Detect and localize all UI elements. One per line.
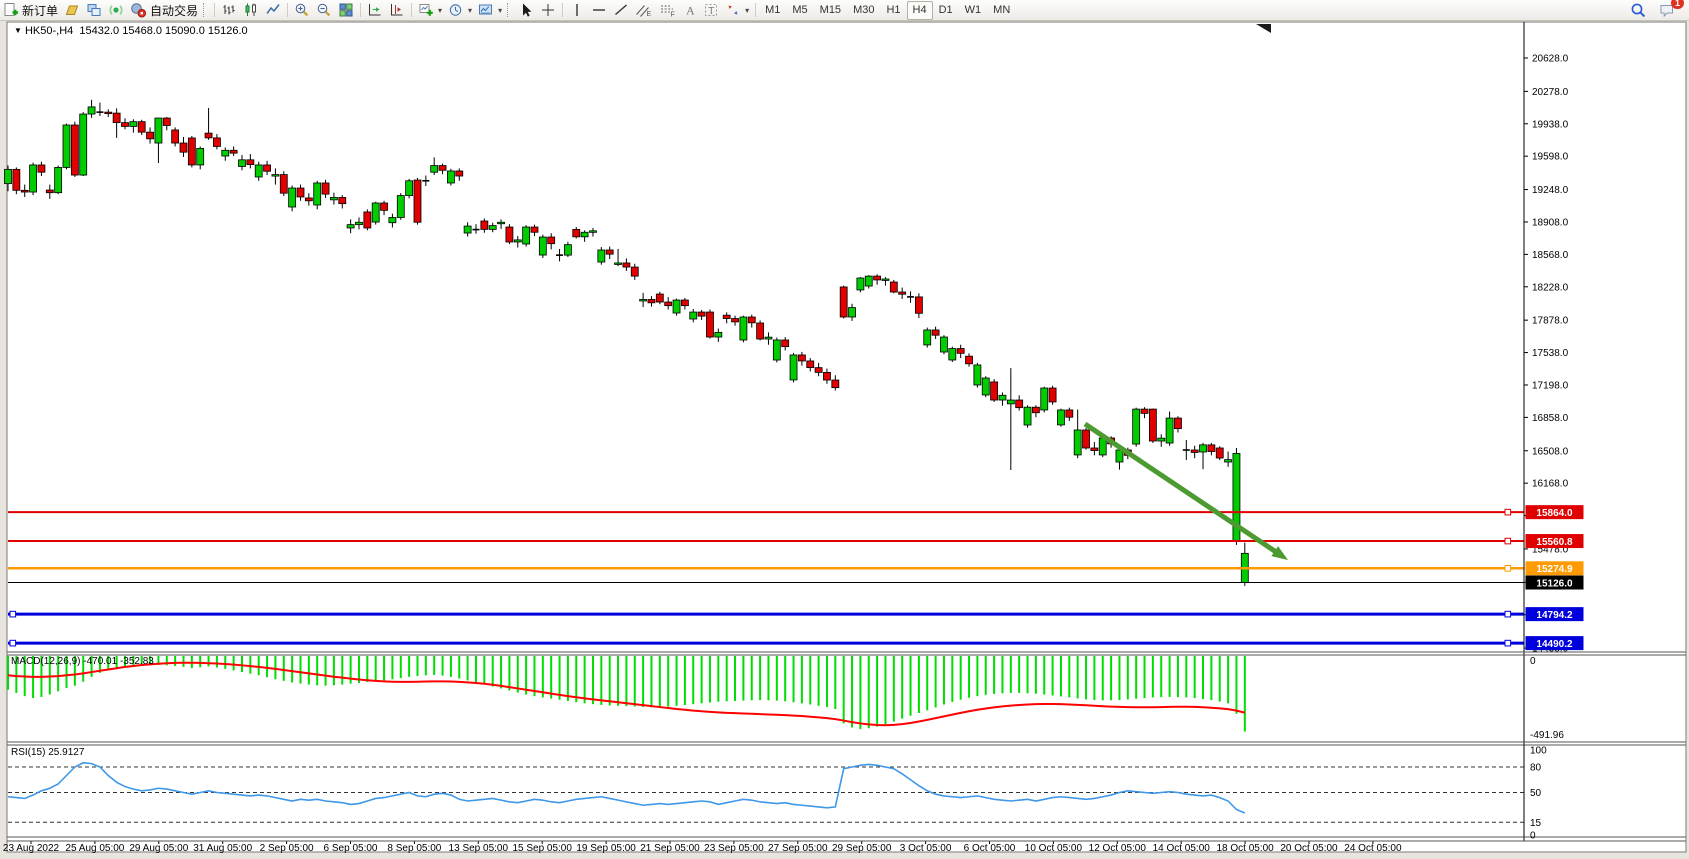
toolbar: 新订单 自动交易 ▾ ▾ ▾ E F A T ▾: [0, 0, 1689, 21]
crosshair-button[interactable]: [537, 1, 559, 20]
chevron-down-icon: ▾: [498, 6, 502, 15]
chart-canvas[interactable]: 23 Aug 202225 Aug 05:0029 Aug 05:0031 Au…: [0, 0, 1689, 859]
text-label-button[interactable]: T: [700, 1, 722, 20]
indicators-button[interactable]: ▾: [415, 1, 445, 20]
timeframe-button-m5[interactable]: M5: [786, 1, 813, 20]
signals-icon: [108, 2, 124, 18]
toolbar-separator: [214, 3, 215, 17]
tile-windows-icon: [338, 2, 354, 18]
horizontal-line-icon: [591, 2, 607, 18]
chevron-down-icon: ▾: [438, 6, 442, 15]
notifications-button[interactable]: 1: [1656, 1, 1679, 20]
toolbar-grip: [507, 3, 513, 17]
tile-windows-button[interactable]: [335, 1, 357, 20]
trendline-button[interactable]: [610, 1, 632, 20]
toolbar-separator: [360, 3, 361, 17]
text-icon: A: [683, 2, 697, 18]
new-order-icon: [3, 2, 19, 18]
periods-button[interactable]: ▾: [445, 1, 475, 20]
label-icon: T: [703, 2, 719, 18]
new-order-label: 新订单: [22, 2, 58, 19]
new-order-button[interactable]: 新订单: [0, 1, 61, 20]
arrows-icon: [725, 2, 741, 18]
chevron-down-icon: ▾: [745, 6, 749, 15]
crosshair-icon: [540, 2, 556, 18]
symbol-dropdown-icon[interactable]: ▼: [14, 26, 22, 35]
text-button[interactable]: A: [680, 1, 700, 20]
cursor-icon: [518, 2, 534, 18]
rsi-indicator-label: RSI(15) 25.9127: [11, 747, 84, 758]
timeframe-button-h1[interactable]: H1: [880, 1, 906, 20]
timeframe-button-m15[interactable]: M15: [814, 1, 847, 20]
auto-scroll-icon: [367, 2, 383, 18]
notification-badge: 1: [1671, 0, 1684, 9]
candlestick-chart-button[interactable]: [240, 1, 262, 20]
svg-text:F: F: [671, 12, 675, 19]
profiles-icon: [64, 2, 80, 18]
equidistant-channel-button[interactable]: E: [632, 1, 656, 20]
candlestick-chart-icon: [243, 2, 259, 18]
macd-indicator-label: MACD(12,26,9) -470.01 -352.83: [11, 656, 154, 667]
charts-cascade-icon: [86, 2, 102, 18]
fibonacci-button[interactable]: F: [656, 1, 680, 20]
svg-text:T: T: [708, 6, 714, 17]
search-icon: [1630, 2, 1647, 19]
chart-shift-button[interactable]: [386, 1, 408, 20]
horizontal-line-button[interactable]: [588, 1, 610, 20]
templates-icon: [478, 2, 494, 18]
timeframe-button-w1[interactable]: W1: [959, 1, 988, 20]
auto-trading-button[interactable]: 自动交易: [127, 1, 201, 20]
vertical-line-icon: [569, 2, 585, 18]
toolbar-separator: [562, 3, 563, 17]
line-chart-icon: [265, 2, 281, 18]
arrows-button[interactable]: ▾: [722, 1, 752, 20]
timeframe-button-m30[interactable]: M30: [847, 1, 880, 20]
signals-button[interactable]: [105, 1, 127, 20]
svg-text:A: A: [686, 4, 695, 18]
trendline-icon: [613, 2, 629, 18]
trading-terminal: 新订单 自动交易 ▾ ▾ ▾ E F A T ▾: [0, 0, 1689, 859]
fibonacci-icon: F: [659, 2, 677, 18]
periods-icon: [448, 2, 464, 18]
charts-cascade-button[interactable]: [83, 1, 105, 20]
price-axis[interactable]: [1524, 22, 1684, 841]
zoom-in-button[interactable]: [291, 1, 313, 20]
timeframe-button-h4[interactable]: H4: [907, 1, 933, 20]
timeframe-button-d1[interactable]: D1: [933, 1, 959, 20]
templates-button[interactable]: ▾: [475, 1, 505, 20]
toolbar-separator: [287, 3, 288, 17]
auto-scroll-button[interactable]: [364, 1, 386, 20]
chart-window-title[interactable]: ▼ HK50-,H4 15432.0 15468.0 15090.0 15126…: [14, 25, 248, 37]
time-axis[interactable]: [7, 841, 1524, 854]
vertical-line-button[interactable]: [566, 1, 588, 20]
zoom-in-icon: [294, 2, 310, 18]
bar-chart-icon: [221, 2, 237, 18]
chart-shift-icon: [389, 2, 405, 18]
toolbar-separator: [755, 3, 756, 17]
chevron-down-icon: ▾: [468, 6, 472, 15]
toolbar-grip: [203, 3, 209, 17]
zoom-out-button[interactable]: [313, 1, 335, 20]
search-button[interactable]: [1627, 1, 1650, 20]
timeframe-button-m1[interactable]: M1: [759, 1, 786, 20]
timeframe-button-mn[interactable]: MN: [987, 1, 1016, 20]
add-indicator-icon: [418, 2, 434, 18]
profiles-button[interactable]: [61, 1, 83, 20]
svg-text:E: E: [647, 11, 652, 18]
ohlc-values: 15432.0 15468.0 15090.0 15126.0: [79, 25, 247, 37]
auto-trading-icon: [130, 2, 147, 18]
cursor-button[interactable]: [515, 1, 537, 20]
channel-icon: E: [635, 2, 653, 18]
auto-trading-label: 自动交易: [150, 2, 198, 19]
zoom-out-icon: [316, 2, 332, 18]
bar-chart-button[interactable]: [218, 1, 240, 20]
symbol-period-label: HK50-,H4: [25, 25, 73, 37]
line-chart-button[interactable]: [262, 1, 284, 20]
toolbar-separator: [411, 3, 412, 17]
